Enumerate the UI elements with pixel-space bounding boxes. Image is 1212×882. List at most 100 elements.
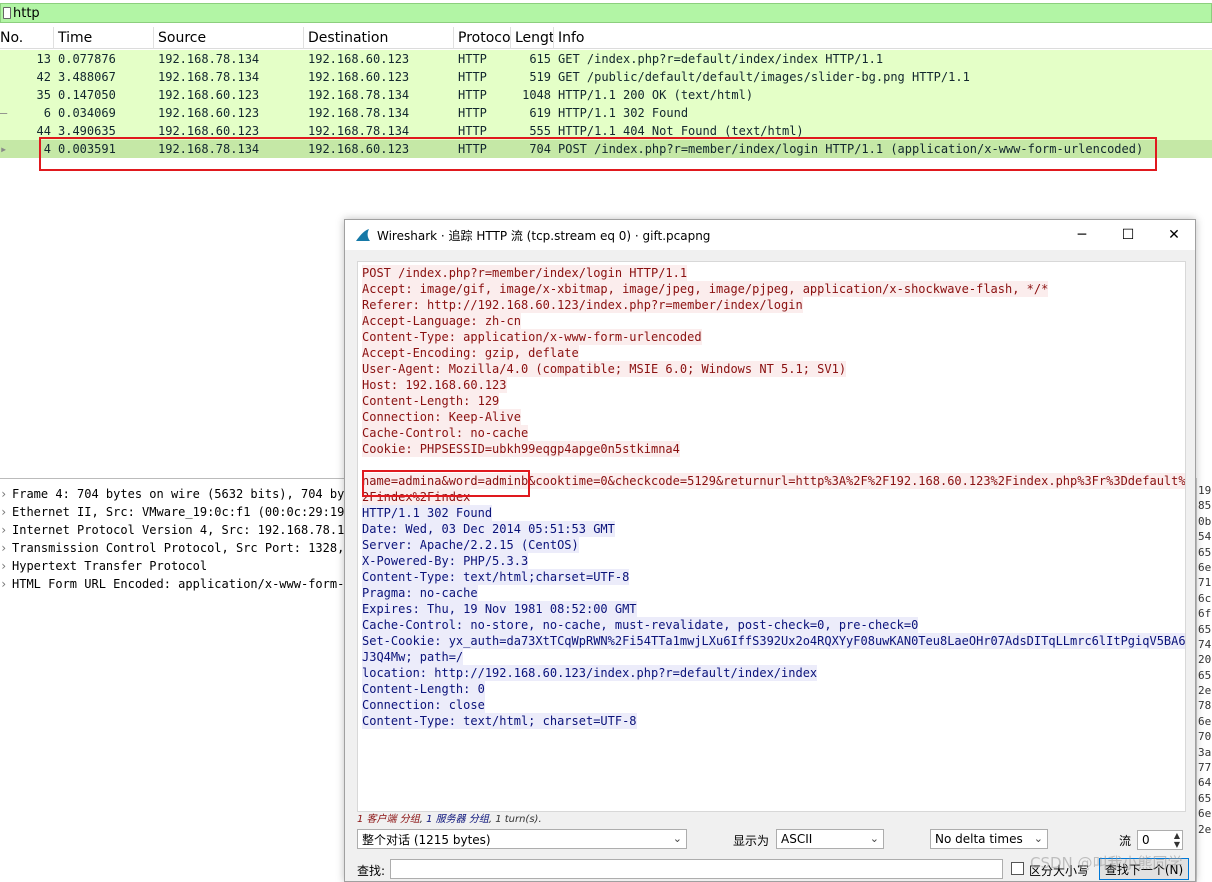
- packet-protocol: HTTP: [458, 52, 487, 66]
- packet-details-pane: › Frame 4: 704 bytes on wire (5632 bits),…: [0, 478, 352, 882]
- stream-number-spinner[interactable]: 0 ▲ ▼: [1137, 830, 1183, 850]
- hex-byte: 6c: [1198, 591, 1212, 605]
- detail-tree-label: Ethernet II, Src: VMware_19:0c:f1 (00:0c…: [12, 505, 352, 519]
- expand-arrow-icon[interactable]: ›: [0, 577, 7, 591]
- hex-byte: 74: [1198, 637, 1212, 651]
- hex-byte: 6e: [1198, 807, 1212, 821]
- packet-source: 192.168.60.123: [158, 124, 260, 138]
- wireshark-fin-icon: [356, 229, 370, 241]
- server-stream-line: Content-Type: text/html;charset=UTF-8: [362, 569, 630, 585]
- client-stream-line: Content-Length: 129: [362, 393, 500, 409]
- show-as-value: ASCII: [781, 832, 813, 846]
- column-source[interactable]: Source: [158, 30, 206, 46]
- hex-byte: 6e: [1198, 714, 1212, 728]
- server-stream-line: Server: Apache/2.2.15 (CentOS): [362, 537, 579, 553]
- packet-row[interactable]: 13 0.077876 192.168.78.134 192.168.60.123 HT…: [0, 50, 1212, 68]
- client-stream-line: Host: 192.168.60.123: [362, 377, 507, 393]
- column-protocol[interactable]: Protoco: [458, 30, 511, 46]
- column-time[interactable]: Time: [58, 30, 92, 46]
- packet-length: 519: [529, 70, 551, 84]
- display-filter-bar[interactable]: http: [0, 3, 1212, 23]
- watermark: CSDN @叫我小熊同学: [1030, 854, 1183, 872]
- packet-number: 6: [43, 106, 51, 120]
- spinner-arrows-icon[interactable]: ▲ ▼: [1174, 831, 1180, 849]
- expand-arrow-icon[interactable]: ›: [0, 505, 7, 519]
- conversation-select[interactable]: 整个对话 (1215 bytes) ⌄: [357, 829, 687, 849]
- packet-list-header: No. Time Source Destination Protoco Leng…: [0, 27, 1212, 49]
- column-length[interactable]: Lengt: [515, 30, 554, 46]
- packet-source: 192.168.78.134: [158, 70, 260, 84]
- minimize-icon[interactable]: ─: [1059, 220, 1105, 250]
- stream-content-text[interactable]: POST /index.php?r=member/index/login HTT…: [357, 261, 1186, 812]
- find-label: 查找:: [357, 864, 386, 878]
- server-stream-line: X-Powered-By: PHP/5.3.3: [362, 553, 529, 569]
- packet-row[interactable]: – 6 0.034069 192.168.60.123 192.168.78.134 HT…: [0, 104, 1212, 122]
- packet-length: 1048: [522, 88, 551, 102]
- highlight-box-credentials: [362, 470, 530, 497]
- server-stream-line: Connection: close: [362, 697, 485, 713]
- packet-time: 0.147050: [58, 88, 116, 102]
- stream-status-line: 1 客户端 分组, 1 服务器 分组, 1 turn(s).: [357, 814, 542, 825]
- server-stream-line: Content-Length: 0: [362, 681, 485, 697]
- packet-number: 13: [36, 52, 51, 66]
- stream-label: 流: [1119, 834, 1132, 848]
- packet-time: 0.077876: [58, 52, 116, 66]
- client-packets-count: 1 客户端 分组: [357, 814, 420, 825]
- packet-destination: 192.168.60.123: [308, 70, 410, 84]
- chevron-down-icon: ⌄: [869, 832, 879, 845]
- server-stream-line: HTTP/1.1 302 Found: [362, 505, 493, 521]
- hex-byte: 78: [1198, 699, 1212, 713]
- delta-times-value: No delta times: [935, 832, 1023, 846]
- packet-info: HTTP/1.1 404 Not Found (text/html): [558, 124, 804, 138]
- client-stream-line: Accept-Language: zh-cn: [362, 313, 521, 329]
- hex-byte: 64: [1198, 776, 1212, 790]
- find-input[interactable]: [390, 859, 1003, 879]
- packet-destination: 192.168.78.134: [308, 88, 410, 102]
- packet-info: HTTP/1.1 200 OK (text/html): [558, 88, 754, 102]
- expand-arrow-icon[interactable]: ›: [0, 541, 7, 555]
- stream-number-value: 0: [1142, 833, 1150, 847]
- packet-destination: 192.168.78.134: [308, 124, 410, 138]
- server-stream-line: Set-Cookie: yx_auth=da73XtTCqWpRWN%2Fi54…: [362, 633, 1186, 649]
- hex-byte: 6f: [1198, 607, 1212, 621]
- packet-info: GET /index.php?r=default/index/index HTT…: [558, 52, 884, 66]
- packet-protocol: HTTP: [458, 70, 487, 84]
- packet-protocol: HTTP: [458, 106, 487, 120]
- chevron-down-icon: ⌄: [672, 832, 682, 845]
- detail-tree-label: Hypertext Transfer Protocol: [12, 559, 208, 573]
- turns-count: 1 turn(s).: [495, 814, 542, 825]
- server-stream-line: Pragma: no-cache: [362, 585, 478, 601]
- maximize-icon[interactable]: ☐: [1105, 220, 1151, 250]
- hex-byte: 54: [1198, 530, 1212, 544]
- hex-byte: 6e: [1198, 560, 1212, 574]
- client-stream-line: Accept: image/gif, image/x-xbitmap, imag…: [362, 281, 1049, 297]
- hex-byte: 77: [1198, 761, 1212, 775]
- display-filter-input[interactable]: http: [13, 6, 40, 21]
- close-icon[interactable]: ✕: [1151, 220, 1197, 250]
- bookmark-icon[interactable]: [3, 7, 11, 19]
- delta-times-select[interactable]: No delta times ⌄: [930, 829, 1048, 849]
- server-stream-line: J3Q4Mw; path=/: [362, 649, 464, 665]
- packet-row[interactable]: 42 3.488067 192.168.78.134 192.168.60.123 HT…: [0, 68, 1212, 86]
- hex-byte: 65: [1198, 791, 1212, 805]
- show-as-select[interactable]: ASCII ⌄: [776, 829, 884, 849]
- packet-time: 0.034069: [58, 106, 116, 120]
- case-sensitive-checkbox[interactable]: [1011, 862, 1024, 875]
- column-no[interactable]: No.: [0, 30, 23, 46]
- expand-arrow-icon[interactable]: ›: [0, 559, 7, 573]
- packet-source: 192.168.60.123: [158, 106, 260, 120]
- expand-arrow-icon[interactable]: ›: [0, 523, 7, 537]
- conversation-select-value: 整个对话 (1215 bytes): [362, 832, 491, 847]
- column-info[interactable]: Info: [558, 30, 585, 46]
- dialog-titlebar[interactable]: Wireshark · 追踪 HTTP 流 (tcp.stream eq 0) …: [345, 220, 1195, 250]
- packet-row-marker: –: [0, 106, 8, 120]
- follow-http-stream-dialog: Wireshark · 追踪 HTTP 流 (tcp.stream eq 0) …: [344, 219, 1196, 882]
- column-destination[interactable]: Destination: [308, 30, 388, 46]
- hex-byte: 85: [1198, 499, 1212, 513]
- hex-byte: 2e: [1198, 684, 1212, 698]
- packet-row[interactable]: 35 0.147050 192.168.60.123 192.168.78.134 HT…: [0, 86, 1212, 104]
- expand-arrow-icon[interactable]: ›: [0, 487, 7, 501]
- packet-length: 555: [529, 124, 551, 138]
- packet-source: 192.168.60.123: [158, 88, 260, 102]
- hex-byte: 19: [1198, 484, 1212, 497]
